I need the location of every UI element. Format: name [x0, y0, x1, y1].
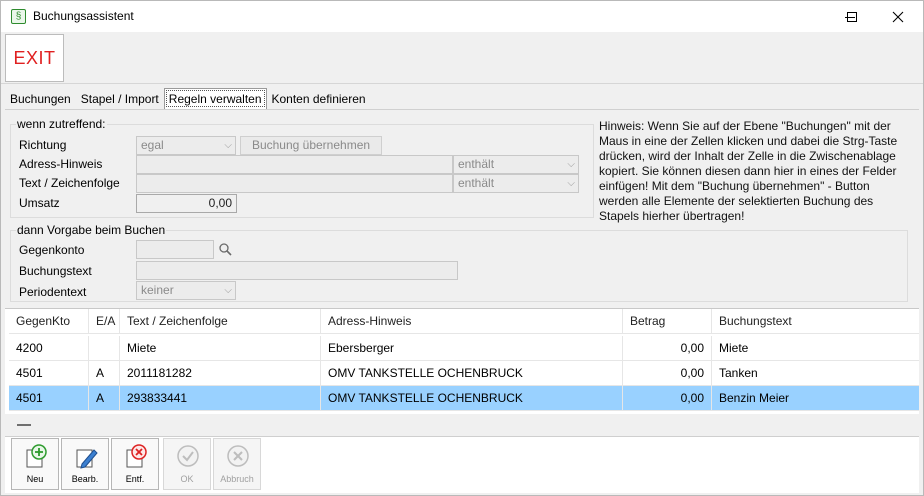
table-row-selected[interactable]: 4501 A 293833441 OMV TANKSTELLE OCHENBRU… [9, 386, 919, 411]
richtung-value: egal [141, 138, 164, 152]
tab-buchungen[interactable]: Buchungen [5, 88, 76, 109]
search-icon [219, 243, 232, 256]
window-title: Buchungsassistent [33, 9, 134, 23]
umsatz-label: Umsatz [19, 196, 60, 210]
hint-text: Hinweis: Wenn Sie auf der Ebene "Buchung… [599, 119, 898, 223]
gegenkonto-input[interactable] [136, 240, 214, 259]
ok-button[interactable]: OK [163, 438, 211, 490]
new-button[interactable]: Neu [11, 438, 59, 490]
column-header-gegenkto[interactable]: GegenKto [9, 309, 89, 334]
gegenkonto-search-button[interactable] [216, 240, 235, 259]
edit-button[interactable]: Bearb. [61, 438, 109, 490]
exit-strip: EXIT [1, 32, 923, 84]
column-header-text[interactable]: Text / Zeichenfolge [120, 309, 321, 334]
bottom-toolbar: Neu Bearb. Entf. OK Abbruch [5, 436, 919, 493]
gegenkonto-label: Gegenkonto [19, 243, 85, 257]
ok-button-label: OK [180, 474, 194, 484]
edit-button-label: Bearb. [71, 474, 99, 484]
text-zeichenfolge-label: Text / Zeichenfolge [19, 176, 120, 190]
column-header-betrag[interactable]: Betrag [623, 309, 712, 334]
cell-ea: A [89, 386, 120, 411]
chevron-down-icon: ⌵ [567, 178, 575, 189]
tab-bar: Buchungen Stapel / Import Regeln verwalt… [5, 88, 371, 109]
add-document-icon [26, 444, 47, 468]
richtung-label: Richtung [19, 138, 67, 152]
chevron-down-icon: ⌵ [224, 285, 232, 296]
cell-ea: A [89, 361, 120, 386]
cell-gegenkto: 4501 [9, 386, 89, 411]
table-header: GegenKto E/A Text / Zeichenfolge Adress-… [9, 309, 919, 334]
cell-text: 2011181282 [120, 361, 321, 386]
cancel-button[interactable]: Abbruch [213, 438, 261, 490]
cancel-button-label: Abbruch [220, 474, 254, 484]
tab-konten-definieren[interactable]: Konten definieren [267, 88, 371, 109]
pencil-icon [76, 449, 98, 469]
cell-text: 293833441 [120, 386, 321, 411]
cell-ea [89, 336, 120, 361]
text-zeichenfolge-input[interactable] [136, 174, 453, 193]
cell-text: Miete [120, 336, 321, 361]
periodentext-label: Periodentext [19, 285, 87, 299]
cell-buchungstext: Tanken [719, 366, 758, 380]
adress-mode-value: enthält [458, 157, 495, 171]
cell-adress-hinweis: OMV TANKSTELLE OCHENBRUCK [321, 361, 623, 386]
cell-betrag: 0,00 [623, 386, 712, 411]
check-icon [177, 445, 199, 467]
cell-adress-hinweis: OMV TANKSTELLE OCHENBRUCK [321, 386, 623, 411]
tab-stapel-import[interactable]: Stapel / Import [76, 88, 164, 109]
adress-hinweis-label: Adress-Hinweis [19, 157, 103, 171]
text-mode-value: enthält [458, 176, 495, 190]
title-bar[interactable]: § Buchungsassistent [1, 1, 923, 32]
text-mode-select[interactable]: enthält ⌵ [453, 174, 579, 193]
cancel-icon [227, 445, 249, 467]
column-header-ea[interactable]: E/A [89, 309, 120, 334]
cell-betrag: 0,00 [623, 361, 712, 386]
tab-regeln-verwalten[interactable]: Regeln verwalten [163, 88, 267, 109]
rules-table: GegenKto E/A Text / Zeichenfolge Adress-… [5, 308, 919, 414]
exit-button[interactable]: EXIT [5, 34, 64, 82]
periodentext-select[interactable]: keiner ⌵ [136, 281, 236, 300]
cell-adress-hinweis: Ebersberger [321, 336, 623, 361]
cell-buchungstext: Miete [719, 341, 749, 355]
buchung-uebernehmen-button[interactable]: Buchung übernehmen [240, 136, 382, 155]
delete-button-label: Entf. [125, 474, 145, 484]
defaults-group-label: dann Vorgabe beim Buchen [16, 223, 167, 237]
buchungstext-label: Buchungstext [19, 264, 92, 278]
adress-mode-select[interactable]: enthält ⌵ [453, 155, 579, 174]
maximize-button[interactable] [829, 1, 875, 32]
maximize-icon [847, 11, 857, 22]
adress-hinweis-input[interactable] [136, 155, 453, 174]
app-icon: § [11, 9, 26, 24]
new-button-label: Neu [26, 474, 44, 484]
richtung-select[interactable]: egal ⌵ [136, 136, 236, 155]
cell-buchungstext: Benzin Meier [719, 391, 790, 405]
conditions-group-label: wenn zutreffend: [16, 117, 107, 131]
delete-button[interactable]: Entf. [111, 438, 159, 490]
cell-betrag: 0,00 [623, 336, 712, 361]
periodentext-value: keiner [141, 283, 174, 297]
chevron-down-icon: ⌵ [224, 140, 232, 151]
cell-gegenkto: 4200 [9, 336, 89, 361]
buchungstext-input[interactable] [136, 261, 458, 280]
delete-icon [126, 444, 147, 468]
splitter-grip-icon[interactable] [17, 424, 31, 426]
close-button[interactable] [875, 1, 921, 32]
close-icon [892, 11, 904, 22]
umsatz-input[interactable]: 0,00 [136, 194, 237, 213]
cell-gegenkto: 4501 [9, 361, 89, 386]
window: § Buchungsassistent EXIT Buchungen Stape… [0, 0, 924, 496]
table-row[interactable]: 4200 Miete Ebersberger 0,00 Miete [9, 336, 919, 361]
table-row[interactable]: 4501 A 2011181282 OMV TANKSTELLE OCHENBR… [9, 361, 919, 386]
chevron-down-icon: ⌵ [567, 159, 575, 170]
grid-footer [5, 414, 919, 436]
column-header-buchungstext[interactable]: Buchungstext [712, 309, 919, 334]
column-header-adress-hinweis[interactable]: Adress-Hinweis [321, 309, 623, 334]
